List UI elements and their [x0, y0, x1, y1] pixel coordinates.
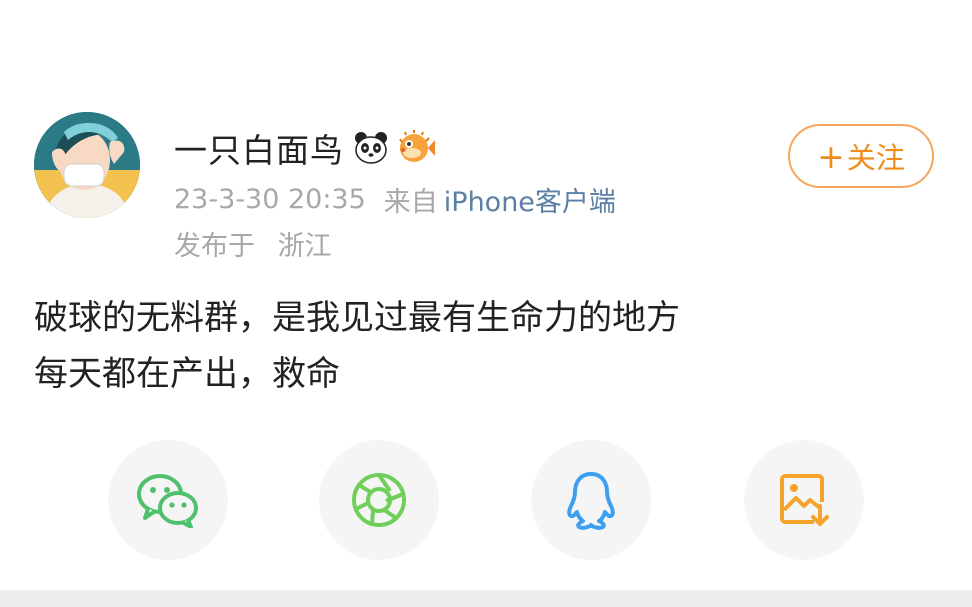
- post-timestamp: 23-3-30 20:35: [174, 184, 366, 215]
- username-row: 一只白面鸟: [174, 126, 436, 170]
- avatar[interactable]: [34, 112, 140, 218]
- qq-icon: [567, 472, 615, 530]
- share-moments-button[interactable]: [319, 440, 439, 560]
- follow-button-label: 关注: [846, 141, 905, 175]
- post-meta: 23-3-30 20:35 来自 iPhone客户端: [174, 180, 616, 219]
- post-content: 破球的无料群，是我见过最有生命力的地方 每天都在产出，救命: [34, 290, 934, 402]
- post-content-line: 每天都在产出，救命: [34, 354, 340, 394]
- author-name[interactable]: 一只白面鸟: [174, 124, 344, 172]
- post-content-line: 破球的无料群，是我见过最有生命力的地方: [34, 298, 680, 338]
- share-qq-button[interactable]: [531, 440, 651, 560]
- source-client-link[interactable]: iPhone客户端: [444, 180, 616, 219]
- plus-icon: +: [817, 136, 845, 176]
- post-header: 一只白面鸟 23-3-30 20:35 来自 iPhone客户端 发布于 浙江 …: [34, 112, 938, 262]
- avatar-illustration: [34, 112, 140, 218]
- panda-emoji-icon: [352, 129, 390, 167]
- wechat-icon: [137, 474, 198, 528]
- share-bar: [0, 440, 972, 566]
- pufferfish-emoji-icon: [398, 129, 436, 167]
- bottom-divider: [0, 590, 972, 607]
- save-image-icon: [780, 474, 829, 526]
- location-prefix: 发布于: [174, 231, 255, 262]
- moments-icon: [352, 473, 406, 527]
- post-location: 发布于 浙江: [174, 224, 332, 263]
- location-name: 浙江: [277, 231, 332, 262]
- follow-button[interactable]: + 关注: [788, 124, 934, 188]
- source-prefix: 来自: [383, 187, 438, 218]
- share-wechat-button[interactable]: [108, 440, 228, 560]
- save-image-button[interactable]: [744, 440, 864, 560]
